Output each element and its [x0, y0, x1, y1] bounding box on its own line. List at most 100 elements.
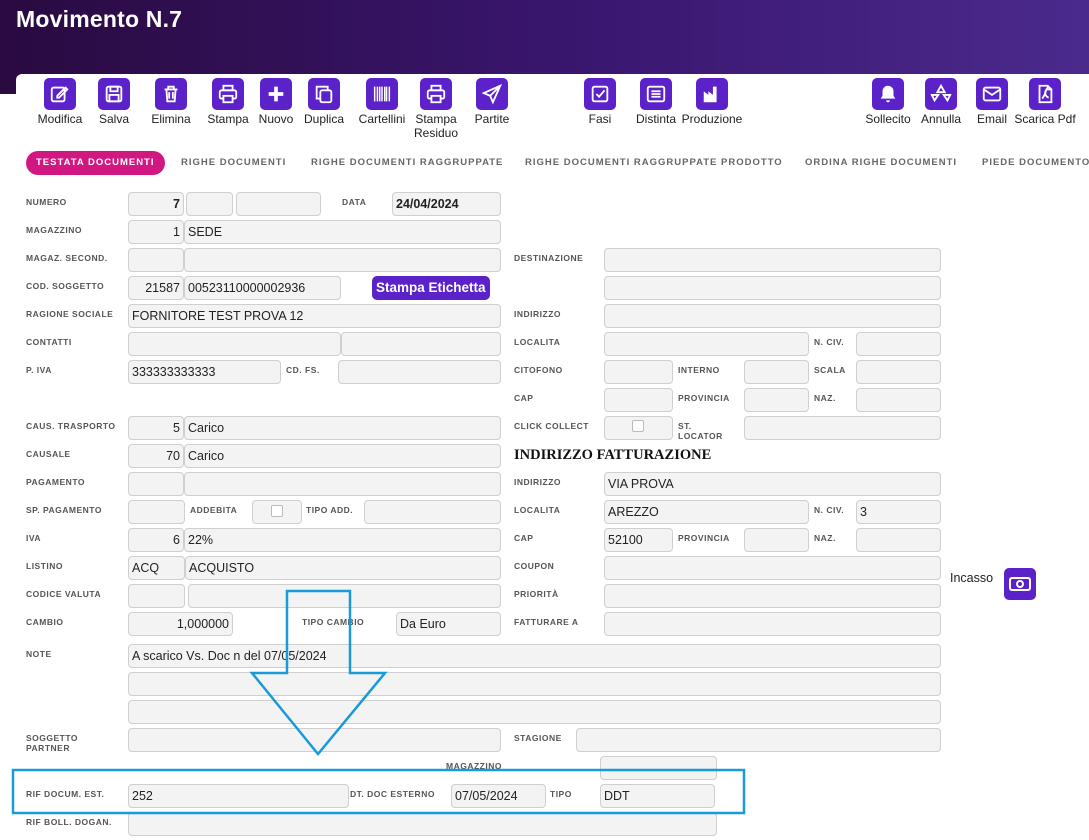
numero-suffix-field[interactable] — [186, 192, 233, 216]
note-field-2[interactable] — [128, 672, 941, 696]
iva-code-field[interactable]: 6 — [128, 528, 184, 552]
causale-code-field[interactable]: 70 — [128, 444, 184, 468]
save-icon — [98, 78, 130, 110]
causale-name-field[interactable]: Carico — [184, 444, 501, 468]
contatti-field-2[interactable] — [341, 332, 501, 356]
numero-label: NUMERO — [26, 197, 67, 207]
tipo-label: TIPO — [550, 789, 572, 799]
fatt-indirizzo-field[interactable]: VIA PROVA — [604, 472, 941, 496]
destinazione-field-2[interactable] — [604, 276, 941, 300]
addebita-checkbox[interactable] — [271, 505, 283, 517]
citofono-field[interactable] — [604, 360, 673, 384]
scarica-pdf-button[interactable]: Scarica Pdf — [1014, 78, 1076, 126]
tab-testata-documenti[interactable]: TESTATA DOCUMENTI — [26, 151, 165, 175]
indirizzo-fatturazione-heading: INDIRIZZO FATTURAZIONE — [514, 447, 712, 463]
tipo-field[interactable]: DDT — [600, 784, 715, 808]
st-locator-label: ST. LOCATOR — [678, 421, 723, 441]
priorita-label: PRIORITÀ — [514, 589, 559, 599]
fatt-cap-label: CAP — [514, 533, 534, 543]
cap-label: CAP — [514, 393, 534, 403]
magazzino-name-field[interactable]: SEDE — [184, 220, 501, 244]
cd-fs-field[interactable] — [338, 360, 501, 384]
n-civ-field[interactable] — [856, 332, 941, 356]
contatti-field[interactable] — [128, 332, 341, 356]
pagamento-code-field[interactable] — [128, 472, 184, 496]
coupon-field[interactable] — [604, 556, 941, 580]
tipo-add-field[interactable] — [364, 500, 501, 524]
citofono-label: CITOFONO — [514, 365, 563, 375]
n-civ-label: N. CIV. — [814, 337, 845, 347]
plus-icon — [260, 78, 292, 110]
pagamento-name-field[interactable] — [184, 472, 501, 496]
stagione-label: STAGIONE — [514, 733, 562, 743]
magaz-second-name-field[interactable] — [184, 248, 501, 272]
tab-righe-documenti[interactable]: RIGHE DOCUMENTI — [181, 151, 286, 175]
p-iva-field[interactable]: 333333333333 — [128, 360, 281, 384]
cambio-label: CAMBIO — [26, 617, 64, 627]
priorita-field[interactable] — [604, 584, 941, 608]
tipo-cambio-field[interactable]: Da Euro — [396, 612, 501, 636]
sp-pagamento-field[interactable] — [128, 500, 185, 524]
note-field-1[interactable]: A scarico Vs. Doc n del 07/05/2024 — [128, 644, 941, 668]
listino-name-field[interactable]: ACQUISTO — [185, 556, 501, 580]
fatt-provincia-field[interactable] — [744, 528, 809, 552]
numero-field[interactable]: 7 — [128, 192, 184, 216]
tab-ordina-righe[interactable]: ORDINA RIGHE DOCUMENTI — [805, 151, 957, 175]
indirizzo-field[interactable] — [604, 304, 941, 328]
click-collect-checkbox[interactable] — [632, 420, 644, 432]
barcode-icon — [366, 78, 398, 110]
localita-field[interactable] — [604, 332, 809, 356]
stampa-residuo-label-2: Residuo — [413, 126, 459, 140]
naz-field[interactable] — [856, 388, 941, 412]
cambio-field[interactable]: 1,000000 — [128, 612, 233, 636]
destinazione-label: DESTINAZIONE — [514, 253, 584, 263]
tab-righe-raggruppate-prodotto[interactable]: RIGHE DOCUMENTI RAGGRUPPATE PRODOTTO — [525, 151, 783, 175]
stagione-field[interactable] — [576, 728, 941, 752]
tab-righe-raggruppate[interactable]: RIGHE DOCUMENTI RAGGRUPPATE — [311, 151, 503, 175]
fatt-n-civ-label: N. CIV. — [814, 505, 845, 515]
rif-docum-est-field[interactable]: 252 — [128, 784, 349, 808]
fatt-localita-field[interactable]: AREZZO — [604, 500, 809, 524]
partite-button[interactable]: Partite — [462, 78, 522, 126]
ragione-sociale-field[interactable]: FORNITORE TEST PROVA 12 — [128, 304, 501, 328]
listino-code-field[interactable]: ACQ — [128, 556, 185, 580]
destinazione-field[interactable] — [604, 248, 941, 272]
cash-icon[interactable] — [1004, 568, 1036, 600]
stampa-residuo-button[interactable]: Stampa Residuo — [406, 78, 466, 140]
data-field[interactable]: 24/04/2024 — [392, 192, 501, 216]
produzione-button[interactable]: Produzione — [682, 78, 742, 126]
tipo-add-label: TIPO ADD. — [306, 505, 354, 515]
st-locator-field[interactable] — [744, 416, 941, 440]
fatt-naz-field[interactable] — [856, 528, 941, 552]
caus-trasporto-name-field[interactable]: Carico — [184, 416, 501, 440]
cod-soggetto-ext-field[interactable]: 00523110000002936 — [184, 276, 341, 300]
stampa-etichetta-button[interactable]: Stampa Etichetta — [372, 276, 490, 300]
fatt-cap-field[interactable]: 52100 — [604, 528, 673, 552]
soggetto-partner-field[interactable] — [128, 728, 501, 752]
naz-label: NAZ. — [814, 393, 836, 403]
provincia-field[interactable] — [744, 388, 809, 412]
numero-serie-field[interactable] — [236, 192, 321, 216]
magazzino-code-field[interactable]: 1 — [128, 220, 184, 244]
rif-boll-dogan-field[interactable] — [128, 812, 717, 836]
scala-field[interactable] — [856, 360, 941, 384]
magaz-second-code-field[interactable] — [128, 248, 184, 272]
interno-label: INTERNO — [678, 365, 720, 375]
caus-trasporto-code-field[interactable]: 5 — [128, 416, 184, 440]
fatturare-a-field[interactable] — [604, 612, 941, 636]
fatt-n-civ-field[interactable]: 3 — [856, 500, 941, 524]
iva-name-field[interactable]: 22% — [184, 528, 501, 552]
caus-trasporto-label: CAUS. TRASPORTO — [26, 421, 116, 431]
cod-soggetto-field[interactable]: 21587 — [128, 276, 184, 300]
interno-field[interactable] — [744, 360, 809, 384]
codice-valuta-field[interactable] — [128, 584, 185, 608]
bell-icon — [872, 78, 904, 110]
codice-valuta-name-field[interactable] — [188, 584, 501, 608]
tab-piede-documento[interactable]: PIEDE DOCUMENTO — [982, 151, 1089, 175]
scala-label: SCALA — [814, 365, 846, 375]
note-field-3[interactable] — [128, 700, 941, 724]
dt-doc-esterno-field[interactable]: 07/05/2024 — [451, 784, 546, 808]
magazzino2-field[interactable] — [600, 756, 717, 780]
cap-field[interactable] — [604, 388, 673, 412]
tipo-cambio-label: TIPO CAMBIO — [302, 617, 365, 627]
